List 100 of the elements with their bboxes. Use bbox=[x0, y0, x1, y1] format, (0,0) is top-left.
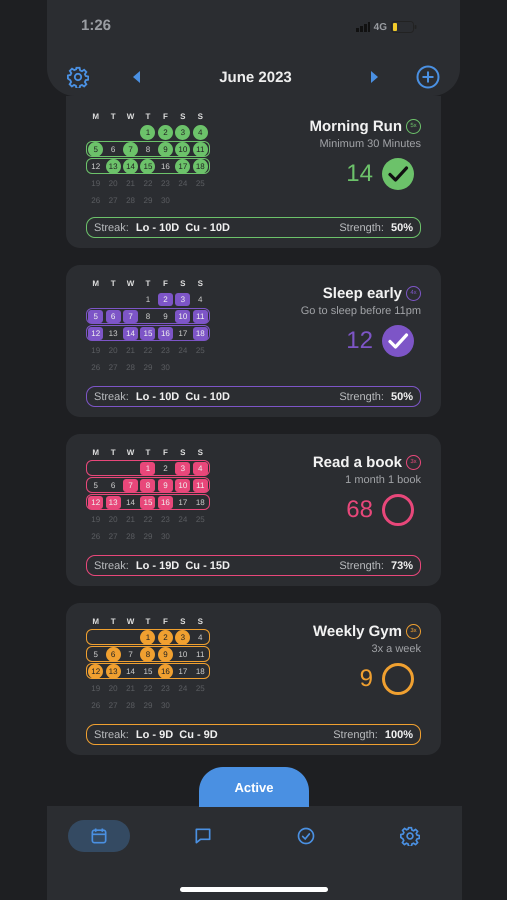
add-button[interactable] bbox=[416, 65, 440, 89]
day-marker: 3 bbox=[175, 292, 190, 306]
strength-value: 50% bbox=[390, 222, 413, 234]
day-number: 12 bbox=[90, 161, 102, 173]
day-number: 18 bbox=[194, 666, 206, 678]
streak-label: Streak: bbox=[94, 560, 129, 572]
day-marker: 8 bbox=[140, 478, 156, 492]
weekday-label: F bbox=[162, 112, 169, 121]
day-number: 5 bbox=[92, 480, 99, 492]
day-number: 17 bbox=[177, 666, 188, 678]
day-marker: 8 bbox=[140, 647, 156, 662]
day-number: 17 bbox=[177, 496, 188, 508]
day-marker: 13 bbox=[106, 496, 121, 508]
settings-icon bbox=[400, 826, 420, 846]
previous-month-button[interactable] bbox=[133, 71, 141, 83]
weekday-label: M bbox=[91, 279, 100, 288]
day-marker: 13 bbox=[106, 664, 121, 679]
weekday-label: F bbox=[162, 279, 169, 288]
day-number: 9 bbox=[162, 310, 169, 322]
day-marker: 6 bbox=[106, 310, 121, 322]
check-circle-icon[interactable] bbox=[381, 157, 415, 191]
check-circle-icon bbox=[296, 826, 316, 846]
weekday-label: F bbox=[162, 617, 169, 626]
day-marker: 15 bbox=[140, 496, 156, 508]
add-icon bbox=[416, 65, 440, 89]
day-number: 10 bbox=[177, 649, 188, 661]
day-marker: 3 bbox=[175, 630, 190, 645]
settings-icon bbox=[67, 66, 89, 88]
day-marker: 5 bbox=[88, 310, 104, 322]
day-number: 5 bbox=[92, 649, 99, 661]
day-marker: 12 bbox=[88, 496, 104, 508]
day-marker: 1 bbox=[140, 125, 156, 140]
weekday-label: F bbox=[162, 448, 169, 457]
day-marker: 11 bbox=[192, 478, 208, 492]
day-number: 14 bbox=[125, 666, 136, 678]
empty-circle-icon[interactable] bbox=[381, 493, 415, 527]
day-marker: 14 bbox=[123, 326, 138, 340]
strength-label: Strength: bbox=[333, 728, 378, 740]
day-marker: 18 bbox=[192, 159, 208, 174]
nav-tab[interactable] bbox=[68, 820, 130, 852]
day-marker: 9 bbox=[158, 478, 173, 492]
day-marker: 10 bbox=[175, 478, 190, 492]
day-marker: 12 bbox=[88, 326, 104, 340]
weekday-label: T bbox=[110, 279, 117, 288]
day-marker: 16 bbox=[158, 496, 173, 508]
day-number: 6 bbox=[110, 144, 116, 156]
streak-label: Streak: bbox=[94, 222, 129, 234]
settings-button[interactable] bbox=[67, 66, 89, 88]
day-marker: 15 bbox=[140, 326, 156, 340]
day-marker: 17 bbox=[175, 159, 190, 174]
streak-value: Lo - 10D Cu - 10D bbox=[136, 390, 230, 402]
weekday-label: T bbox=[110, 112, 117, 121]
strength-value: 100% bbox=[384, 728, 413, 740]
day-marker: 11 bbox=[192, 310, 208, 322]
habit-title: Sleep early bbox=[322, 285, 402, 302]
day-number: 15 bbox=[142, 666, 154, 678]
weekday-label: S bbox=[179, 279, 187, 288]
streak-value: Lo - 9D Cu - 9D bbox=[136, 728, 218, 740]
day-number: 18 bbox=[194, 496, 206, 508]
day-marker: 9 bbox=[158, 647, 173, 662]
day-marker: 13 bbox=[106, 159, 121, 174]
strength-label: Strength: bbox=[339, 222, 384, 234]
habit-title: Read a book bbox=[312, 454, 402, 471]
weekday-label: W bbox=[126, 617, 136, 626]
weekday-label: W bbox=[126, 112, 136, 121]
day-marker: 2 bbox=[158, 125, 173, 140]
day-marker: 16 bbox=[158, 326, 173, 340]
day-marker: 7 bbox=[123, 142, 138, 157]
signal-icon bbox=[356, 22, 370, 32]
weekday-label: T bbox=[144, 112, 152, 121]
day-marker: 2 bbox=[158, 630, 173, 645]
empty-circle-icon[interactable] bbox=[381, 662, 415, 696]
weekday-label: M bbox=[91, 617, 100, 626]
day-marker: 4 bbox=[192, 462, 208, 474]
day-number: 2 bbox=[162, 462, 169, 474]
day-marker: 4 bbox=[192, 125, 208, 140]
chat-icon bbox=[192, 826, 213, 846]
day-marker: 7 bbox=[123, 478, 138, 492]
next-month-button[interactable] bbox=[370, 71, 378, 83]
network-label: 4G bbox=[374, 22, 387, 32]
day-marker: 10 bbox=[175, 310, 190, 322]
calendar-icon bbox=[88, 826, 109, 846]
weekday-label: S bbox=[179, 112, 187, 121]
completion-count: 68 bbox=[346, 496, 373, 524]
strength-label: Strength: bbox=[339, 560, 384, 572]
habit-description: 3x a week bbox=[371, 643, 421, 655]
battery-icon bbox=[391, 21, 417, 33]
month-title: June 2023 bbox=[218, 68, 293, 86]
weekday-label: T bbox=[110, 617, 117, 626]
day-number: 17 bbox=[177, 328, 188, 340]
habit-description: Go to sleep before 11pm bbox=[300, 305, 421, 317]
weekday-label: S bbox=[196, 617, 204, 626]
weekday-label: S bbox=[196, 279, 204, 288]
day-marker: 1 bbox=[140, 462, 156, 474]
completion-count: 9 bbox=[360, 665, 373, 693]
weekday-label: M bbox=[91, 448, 100, 457]
weekday-label: T bbox=[144, 279, 152, 288]
check-circle-icon[interactable] bbox=[381, 324, 415, 358]
day-number: 4 bbox=[197, 294, 204, 306]
day-marker: 3 bbox=[175, 125, 190, 140]
